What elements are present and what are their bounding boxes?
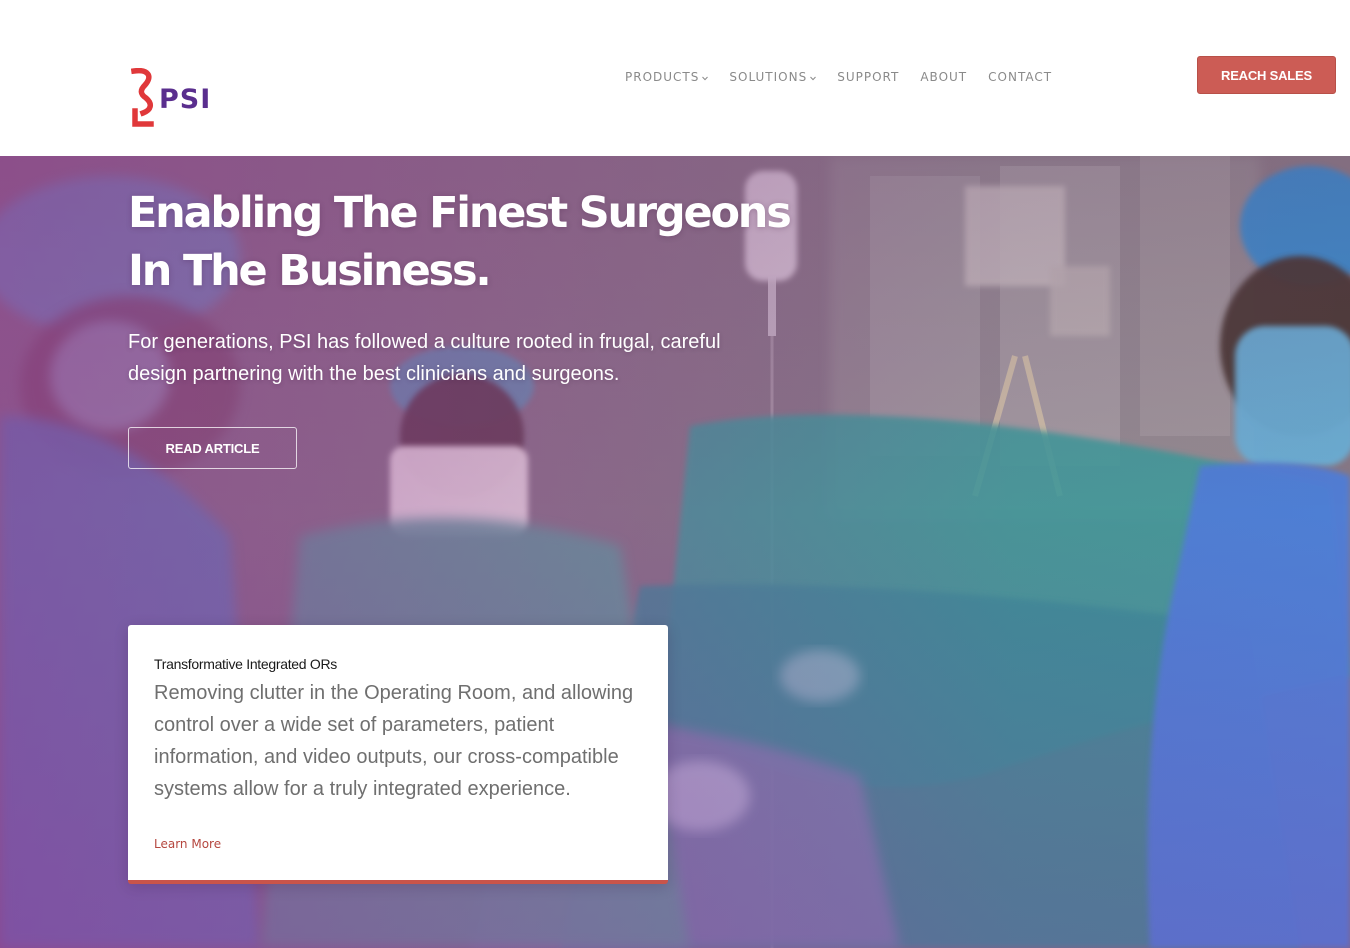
psi-ribbon-mark-icon	[131, 68, 155, 128]
chevron-down-icon	[810, 70, 817, 84]
nav-item-label: PRODUCTS	[625, 70, 700, 84]
main-nav: PRODUCTS SOLUTIONS SUPPORT ABOUT CONTACT	[625, 68, 1052, 86]
feature-card: Transformative Integrated ORs Removing c…	[128, 625, 668, 884]
hero-section: Enabling The Finest Surgeons In The Busi…	[0, 156, 1350, 948]
hero-title: Enabling The Finest Surgeons In The Busi…	[128, 184, 808, 300]
feature-card-body: Removing clutter in the Operating Room, …	[154, 682, 634, 800]
nav-item-label: ABOUT	[920, 70, 968, 84]
brand-name: PSI	[159, 83, 212, 115]
hero-subtitle: For generations, PSI has followed a cult…	[128, 331, 721, 385]
nav-item-label: CONTACT	[988, 70, 1053, 84]
nav-item-solutions[interactable]: SOLUTIONS	[729, 70, 817, 84]
hero-title-line-2: In The Business.	[128, 246, 492, 296]
site-header: PSI PRODUCTS SOLUTIONS SUPPORT ABOUT CON…	[0, 0, 1350, 156]
feature-card-title: Transformative Integrated ORs	[154, 656, 337, 672]
read-article-button[interactable]: READ ARTICLE	[128, 427, 297, 469]
nav-item-contact[interactable]: CONTACT	[988, 70, 1052, 84]
learn-more-link[interactable]: Learn More	[154, 837, 221, 851]
nav-item-products[interactable]: PRODUCTS	[625, 70, 709, 84]
nav-item-label: SUPPORT	[837, 70, 900, 84]
chevron-down-icon	[702, 70, 709, 84]
nav-item-about[interactable]: ABOUT	[920, 70, 967, 84]
hero-title-line-1: Enabling The Finest Surgeons	[128, 188, 792, 238]
nav-item-label: SOLUTIONS	[729, 70, 808, 84]
nav-item-support[interactable]: SUPPORT	[837, 70, 899, 84]
reach-sales-button[interactable]: REACH SALES	[1197, 56, 1336, 94]
brand-logo[interactable]: PSI	[131, 67, 241, 129]
